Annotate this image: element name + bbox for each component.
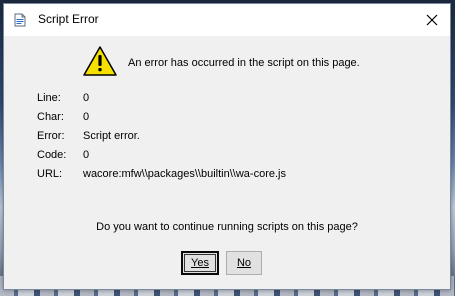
title-bar[interactable]: Script Error <box>4 4 450 36</box>
yes-button-label: Yes <box>191 257 209 269</box>
detail-value: 0 <box>83 111 90 123</box>
detail-label: URL: <box>37 168 63 180</box>
detail-value: wacore:mfw\\packages\\builtin\\wa-core.j… <box>83 168 286 180</box>
detail-label: Error: <box>37 130 65 142</box>
detail-label: Char: <box>37 111 64 123</box>
detail-label: Line: <box>37 92 61 104</box>
detail-value: 0 <box>83 149 90 161</box>
script-page-icon <box>14 13 26 27</box>
continue-question: Do you want to continue running scripts … <box>96 221 358 233</box>
detail-label: Code: <box>37 149 67 161</box>
script-error-dialog: Script Error An error has occurred in th… <box>3 3 451 290</box>
close-icon <box>426 14 438 26</box>
no-button[interactable]: No <box>226 251 262 275</box>
warning-triangle-icon <box>83 46 117 76</box>
detail-value: Script error. <box>83 130 140 142</box>
error-message: An error has occurred in the script on t… <box>128 57 360 69</box>
dialog-title: Script Error <box>38 12 99 26</box>
yes-button[interactable]: Yes <box>181 251 219 275</box>
no-button-label: No <box>236 257 252 269</box>
close-button[interactable] <box>414 4 450 36</box>
detail-value: 0 <box>83 92 90 104</box>
